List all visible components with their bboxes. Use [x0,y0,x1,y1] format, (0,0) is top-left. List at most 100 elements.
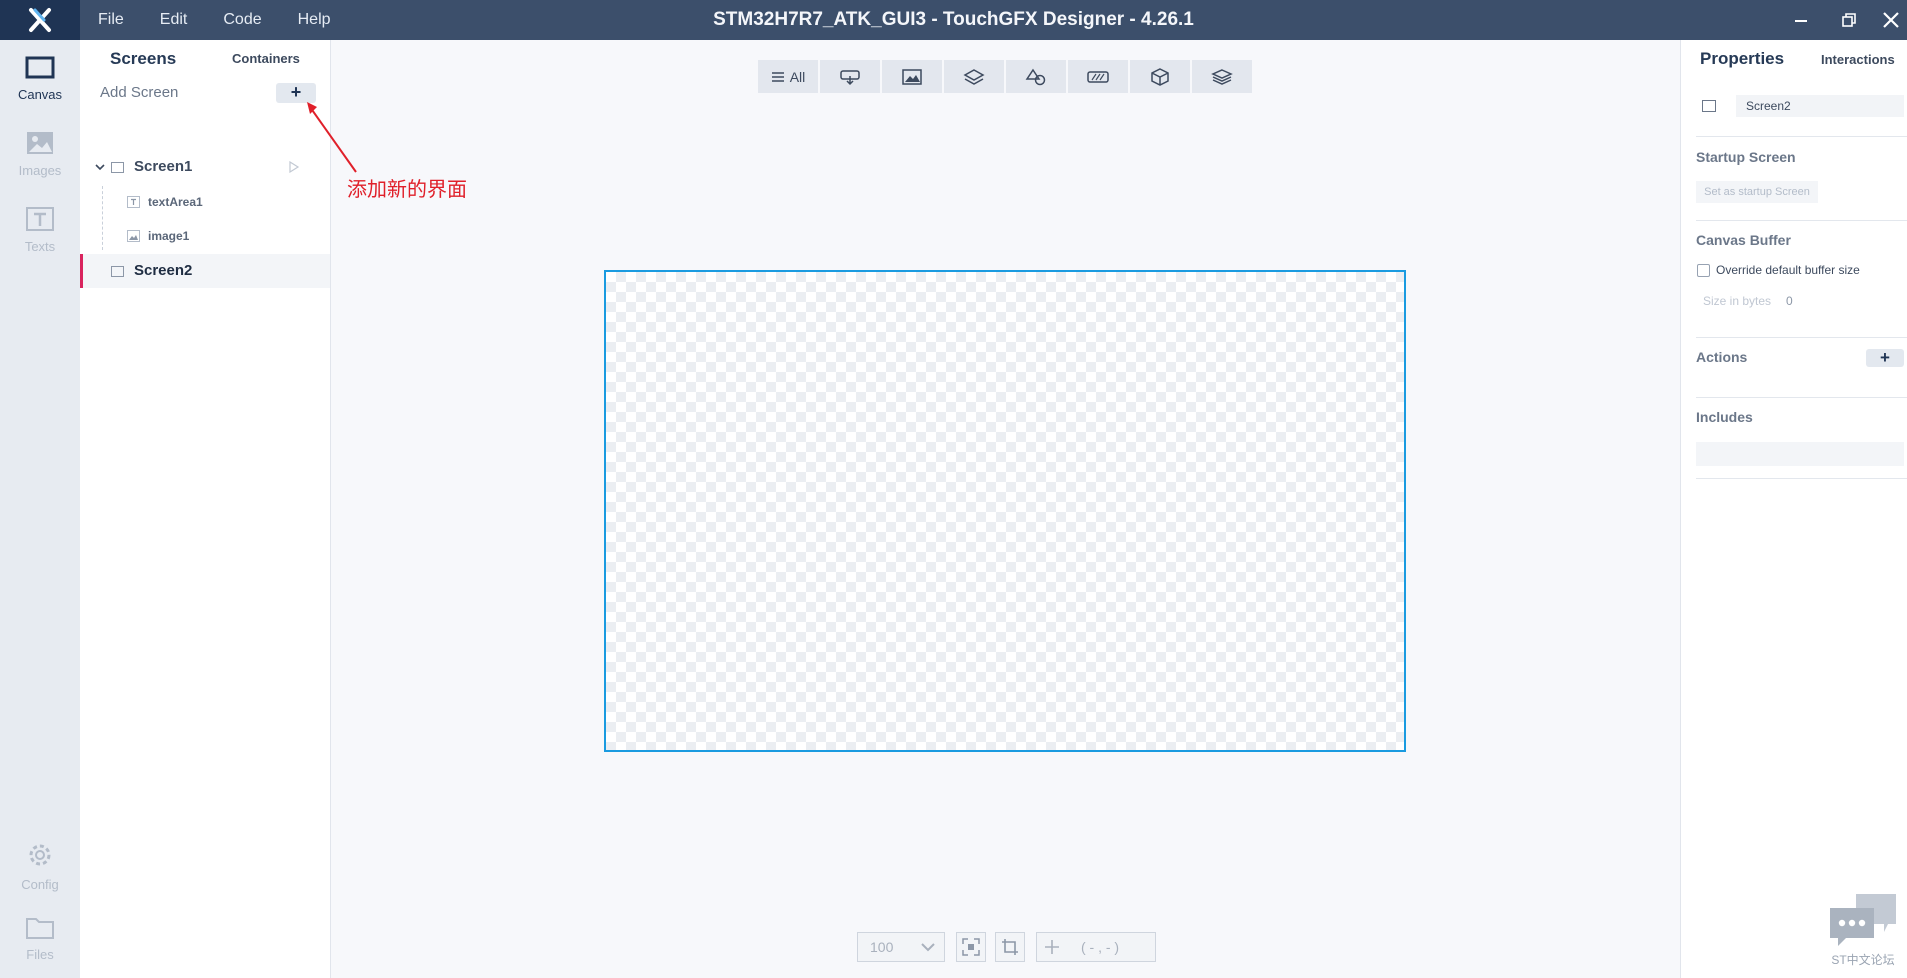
startup-screen-heading: Startup Screen [1696,149,1796,165]
size-in-bytes-value: 0 [1786,294,1793,308]
screen-icon [111,266,124,277]
crop-icon [1002,939,1018,955]
filter-custom-button[interactable] [1192,60,1252,93]
properties-panel: Properties Interactions Startup Screen S… [1680,40,1907,978]
screen-icon [111,162,124,173]
filter-all-label: All [789,68,806,85]
tree-label-image1: image1 [148,229,190,243]
tree-row-image1[interactable]: image1 [80,219,330,253]
screen-name-field[interactable] [1736,95,1904,117]
folder-icon [26,918,54,939]
tree-row-textarea1[interactable]: textArea1 [80,185,330,219]
tree-label-textarea1: textArea1 [148,195,203,209]
minimize-icon [1795,20,1807,22]
rail-files-button[interactable]: Files [0,914,80,962]
rail-texts-label: Texts [24,239,56,254]
includes-heading: Includes [1696,409,1753,425]
rail-canvas-label: Canvas [17,87,63,102]
selection-indicator [80,254,83,288]
size-in-bytes-label: Size in bytes [1703,294,1772,308]
menu-bar: File Edit Code Help [80,0,349,40]
cube-icon [1151,67,1169,86]
annotation-arrow [307,102,357,173]
tab-properties[interactable]: Properties [1700,49,1784,69]
divider [1696,478,1907,479]
image-widget-icon [127,230,140,242]
screens-panel: Screens Containers Add Screen + Screen1 … [80,40,331,978]
touchgfx-logo-icon [29,8,51,32]
add-screen-label: Add Screen [100,84,179,101]
annotation-text: 添加新的界面 [347,179,467,201]
filter-all-button[interactable]: All [758,60,820,93]
tree-label-screen2: Screen2 [134,262,193,279]
includes-field[interactable] [1696,442,1904,466]
divider [1696,397,1907,398]
menu-help[interactable]: Help [280,11,349,29]
menu-code[interactable]: Code [205,11,279,29]
menu-lines-icon [771,71,784,82]
rail-images-button[interactable]: Images [0,130,80,178]
tree-label-screen1: Screen1 [134,158,193,175]
filter-progress-button[interactable] [1068,60,1130,93]
minimize-button[interactable] [1778,0,1824,40]
move-icon [1045,940,1059,954]
app-logo [0,0,80,40]
rail-images-label: Images [18,163,62,178]
shapes-icon [1025,68,1046,85]
layers-icon [963,68,985,85]
actions-heading: Actions [1696,349,1748,365]
canvas-icon [25,56,55,79]
tab-interactions[interactable]: Interactions [1821,52,1895,67]
screen-icon [1702,100,1716,112]
set-startup-screen-button[interactable]: Set as startup Screen [1696,181,1818,203]
title-bar: File Edit Code Help STM32H7R7_ATK_GUI3 -… [0,0,1907,40]
forum-watermark: ST中文论坛 [1826,890,1900,970]
divider [1696,220,1907,221]
focus-icon [962,938,980,956]
left-rail: Canvas Images Texts Config Files [0,40,80,978]
filter-images-button[interactable] [882,60,944,93]
divider [1696,136,1907,137]
menu-file[interactable]: File [80,11,142,29]
menu-edit[interactable]: Edit [142,11,206,29]
override-buffer-checkbox[interactable] [1697,264,1710,277]
filter-interaction-button[interactable] [820,60,882,93]
filter-containers-button[interactable] [944,60,1006,93]
play-icon[interactable] [288,161,300,173]
rail-config-button[interactable]: Config [0,840,80,892]
override-buffer-label: Override default buffer size [1716,263,1860,277]
tree-row-screen2[interactable]: Screen2 [80,254,330,288]
stack-icon [1211,68,1233,85]
tree-row-screen1[interactable]: Screen1 [80,150,330,184]
rail-files-label: Files [26,947,54,962]
rail-texts-button[interactable]: Texts [0,206,80,254]
rail-canvas-button[interactable]: Canvas [0,56,80,102]
crop-button[interactable] [995,932,1025,962]
restore-icon [1842,13,1856,27]
filter-3d-button[interactable] [1130,60,1192,93]
watermark-label: ST中文论坛 [1831,953,1895,967]
fit-screen-button[interactable] [956,932,986,962]
cursor-coordinates: ( - , - ) [1036,932,1156,962]
screen-canvas[interactable] [604,270,1406,752]
coordinates-value: ( - , - ) [1081,939,1120,955]
images-icon [27,132,53,154]
texts-icon [26,207,54,231]
close-button[interactable] [1868,0,1907,40]
interaction-icon [840,69,860,85]
add-action-button[interactable]: + [1866,349,1904,367]
canvas-buffer-heading: Canvas Buffer [1696,232,1791,248]
rail-config-label: Config [21,877,59,892]
filter-shapes-button[interactable] [1006,60,1068,93]
zoom-select[interactable]: 100 [857,932,945,962]
tab-screens[interactable]: Screens [110,49,176,69]
close-icon [1883,12,1899,28]
progress-icon [1087,70,1109,83]
tab-containers[interactable]: Containers [232,51,300,66]
image-icon [902,68,922,85]
widget-filter-toolbar: All [758,60,1252,94]
restore-button[interactable] [1826,0,1872,40]
chevron-down-icon[interactable] [95,162,105,172]
chevron-down-icon [921,943,935,952]
gear-icon [29,844,51,866]
